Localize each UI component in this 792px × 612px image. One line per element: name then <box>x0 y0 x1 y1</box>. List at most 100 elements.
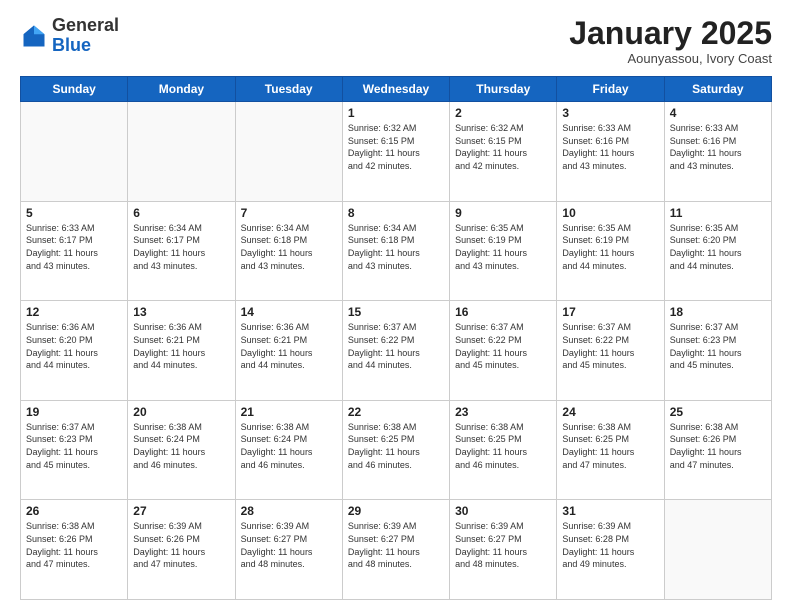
day-number: 8 <box>348 206 444 220</box>
day-info: Sunrise: 6:37 AMSunset: 6:22 PMDaylight:… <box>455 321 551 371</box>
logo: General Blue <box>20 16 119 56</box>
day-info: Sunrise: 6:38 AMSunset: 6:25 PMDaylight:… <box>562 421 658 471</box>
day-info: Sunrise: 6:33 AMSunset: 6:16 PMDaylight:… <box>670 122 766 172</box>
day-info: Sunrise: 6:39 AMSunset: 6:27 PMDaylight:… <box>241 520 337 570</box>
calendar-cell: 5Sunrise: 6:33 AMSunset: 6:17 PMDaylight… <box>21 201 128 301</box>
day-info: Sunrise: 6:39 AMSunset: 6:28 PMDaylight:… <box>562 520 658 570</box>
week-row-2: 5Sunrise: 6:33 AMSunset: 6:17 PMDaylight… <box>21 201 772 301</box>
day-number: 22 <box>348 405 444 419</box>
calendar-cell: 6 Sunrise: 6:34 AMSunset: 6:17 PMDaylight… <box>128 201 235 301</box>
calendar-cell <box>235 102 342 202</box>
weekday-header-monday: Monday <box>128 77 235 102</box>
day-info: Sunrise: 6:34 AMSunset: 6:18 PMDaylight:… <box>348 222 444 272</box>
calendar-cell: 14 Sunrise: 6:36 AMSunset: 6:21 PMDayligh… <box>235 301 342 401</box>
day-info: Sunrise: 6:34 AMSunset: 6:18 PMDaylight:… <box>241 222 337 272</box>
weekday-header-wednesday: Wednesday <box>342 77 449 102</box>
calendar-cell: 19Sunrise: 6:37 AMSunset: 6:23 PMDayligh… <box>21 400 128 500</box>
calendar-cell: 7 Sunrise: 6:34 AMSunset: 6:18 PMDaylight… <box>235 201 342 301</box>
day-number: 26 <box>26 504 122 518</box>
day-number: 2 <box>455 106 551 120</box>
calendar-cell: 12 Sunrise: 6:36 AMSunset: 6:20 PMDayligh… <box>21 301 128 401</box>
logo-icon <box>20 22 48 50</box>
day-number: 16 <box>455 305 551 319</box>
day-number: 21 <box>241 405 337 419</box>
day-info: Sunrise: 6:37 AMSunset: 6:22 PMDaylight:… <box>562 321 658 371</box>
day-number: 23 <box>455 405 551 419</box>
day-number: 31 <box>562 504 658 518</box>
day-info: Sunrise: 6:36 AMSunset: 6:21 PMDaylight:… <box>241 321 337 371</box>
week-row-5: 26 Sunrise: 6:38 AMSunset: 6:26 PMDayligh… <box>21 500 772 600</box>
calendar-cell: 31 Sunrise: 6:39 AMSunset: 6:28 PMDayligh… <box>557 500 664 600</box>
day-number: 24 <box>562 405 658 419</box>
calendar-cell: 15 Sunrise: 6:37 AMSunset: 6:22 PMDayligh… <box>342 301 449 401</box>
day-number: 1 <box>348 106 444 120</box>
day-info: Sunrise: 6:35 AMSunset: 6:19 PMDaylight:… <box>562 222 658 272</box>
day-number: 27 <box>133 504 229 518</box>
day-info: Sunrise: 6:35 AMSunset: 6:20 PMDaylight:… <box>670 222 766 272</box>
day-number: 6 <box>133 206 229 220</box>
weekday-header-row: SundayMondayTuesdayWednesdayThursdayFrid… <box>21 77 772 102</box>
week-row-1: 1 Sunrise: 6:32 AMSunset: 6:15 PMDaylight… <box>21 102 772 202</box>
day-info: Sunrise: 6:36 AMSunset: 6:21 PMDaylight:… <box>133 321 229 371</box>
calendar-cell: 21 Sunrise: 6:38 AMSunset: 6:24 PMDayligh… <box>235 400 342 500</box>
day-number: 11 <box>670 206 766 220</box>
day-number: 5 <box>26 206 122 220</box>
calendar-cell: 8 Sunrise: 6:34 AMSunset: 6:18 PMDaylight… <box>342 201 449 301</box>
week-row-3: 12 Sunrise: 6:36 AMSunset: 6:20 PMDayligh… <box>21 301 772 401</box>
calendar-cell: 11 Sunrise: 6:35 AMSunset: 6:20 PMDayligh… <box>664 201 771 301</box>
day-number: 28 <box>241 504 337 518</box>
day-info: Sunrise: 6:38 AMSunset: 6:24 PMDaylight:… <box>241 421 337 471</box>
calendar-cell: 1Sunrise: 6:32 AMSunset: 6:15 PMDaylight… <box>342 102 449 202</box>
title-block: January 2025 Aounyassou, Ivory Coast <box>569 16 772 66</box>
day-info: Sunrise: 6:36 AMSunset: 6:20 PMDaylight:… <box>26 321 122 371</box>
day-number: 17 <box>562 305 658 319</box>
calendar-cell: 28 Sunrise: 6:39 AMSunset: 6:27 PMDayligh… <box>235 500 342 600</box>
calendar-cell: 27 Sunrise: 6:39 AMSunset: 6:26 PMDayligh… <box>128 500 235 600</box>
calendar-cell: 13Sunrise: 6:36 AMSunset: 6:21 PMDayligh… <box>128 301 235 401</box>
day-number: 7 <box>241 206 337 220</box>
day-info: Sunrise: 6:38 AMSunset: 6:26 PMDaylight:… <box>26 520 122 570</box>
day-number: 19 <box>26 405 122 419</box>
calendar-cell: 24 Sunrise: 6:38 AMSunset: 6:25 PMDayligh… <box>557 400 664 500</box>
weekday-header-saturday: Saturday <box>664 77 771 102</box>
day-number: 10 <box>562 206 658 220</box>
calendar-cell: 9Sunrise: 6:35 AMSunset: 6:19 PMDaylight… <box>450 201 557 301</box>
calendar-cell: 29 Sunrise: 6:39 AMSunset: 6:27 PMDayligh… <box>342 500 449 600</box>
logo-blue: Blue <box>52 35 91 55</box>
calendar-cell: 23 Sunrise: 6:38 AMSunset: 6:25 PMDayligh… <box>450 400 557 500</box>
logo-general: General <box>52 15 119 35</box>
calendar-cell <box>664 500 771 600</box>
day-number: 15 <box>348 305 444 319</box>
calendar-cell: 3Sunrise: 6:33 AMSunset: 6:16 PMDaylight… <box>557 102 664 202</box>
calendar-cell: 22 Sunrise: 6:38 AMSunset: 6:25 PMDayligh… <box>342 400 449 500</box>
calendar-cell: 17 Sunrise: 6:37 AMSunset: 6:22 PMDayligh… <box>557 301 664 401</box>
weekday-header-thursday: Thursday <box>450 77 557 102</box>
day-info: Sunrise: 6:38 AMSunset: 6:25 PMDaylight:… <box>348 421 444 471</box>
month-title: January 2025 <box>569 16 772 51</box>
day-info: Sunrise: 6:39 AMSunset: 6:26 PMDaylight:… <box>133 520 229 570</box>
calendar-cell <box>21 102 128 202</box>
day-number: 14 <box>241 305 337 319</box>
calendar-cell: 16 Sunrise: 6:37 AMSunset: 6:22 PMDayligh… <box>450 301 557 401</box>
day-info: Sunrise: 6:39 AMSunset: 6:27 PMDaylight:… <box>455 520 551 570</box>
calendar-cell: 26 Sunrise: 6:38 AMSunset: 6:26 PMDayligh… <box>21 500 128 600</box>
day-info: Sunrise: 6:39 AMSunset: 6:27 PMDaylight:… <box>348 520 444 570</box>
day-info: Sunrise: 6:34 AMSunset: 6:17 PMDaylight:… <box>133 222 229 272</box>
weekday-header-sunday: Sunday <box>21 77 128 102</box>
day-number: 12 <box>26 305 122 319</box>
day-info: Sunrise: 6:33 AMSunset: 6:16 PMDaylight:… <box>562 122 658 172</box>
header: General Blue January 2025 Aounyassou, Iv… <box>20 16 772 66</box>
weekday-header-friday: Friday <box>557 77 664 102</box>
calendar-cell: 25Sunrise: 6:38 AMSunset: 6:26 PMDayligh… <box>664 400 771 500</box>
day-info: Sunrise: 6:38 AMSunset: 6:25 PMDaylight:… <box>455 421 551 471</box>
day-number: 29 <box>348 504 444 518</box>
weekday-header-tuesday: Tuesday <box>235 77 342 102</box>
subtitle: Aounyassou, Ivory Coast <box>569 51 772 66</box>
day-info: Sunrise: 6:37 AMSunset: 6:23 PMDaylight:… <box>670 321 766 371</box>
page: General Blue January 2025 Aounyassou, Iv… <box>0 0 792 612</box>
day-info: Sunrise: 6:32 AMSunset: 6:15 PMDaylight:… <box>455 122 551 172</box>
calendar-cell <box>128 102 235 202</box>
day-info: Sunrise: 6:37 AMSunset: 6:22 PMDaylight:… <box>348 321 444 371</box>
calendar-cell: 2 Sunrise: 6:32 AMSunset: 6:15 PMDaylight… <box>450 102 557 202</box>
logo-text: General Blue <box>52 16 119 56</box>
